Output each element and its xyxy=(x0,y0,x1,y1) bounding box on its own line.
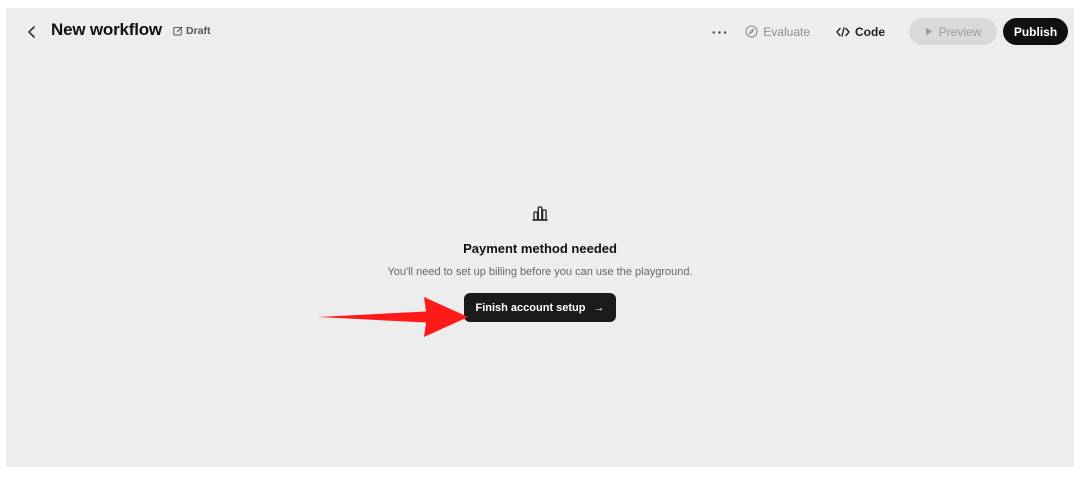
evaluate-button[interactable]: Evaluate xyxy=(745,25,810,39)
bar-chart-icon xyxy=(532,206,548,221)
code-icon xyxy=(836,26,850,37)
more-icon: ··· xyxy=(711,23,729,40)
annotation-arrow xyxy=(318,297,468,337)
workflow-canvas: New workflow Draft ··· Evaluate Code Pre… xyxy=(6,8,1074,467)
code-label: Code xyxy=(855,24,885,39)
empty-state: Payment method needed You'll need to set… xyxy=(6,204,1074,322)
top-bar: New workflow Draft ··· Evaluate Code Pre… xyxy=(6,8,1074,56)
code-button[interactable]: Code xyxy=(836,25,885,39)
empty-state-message: You'll need to set up billing before you… xyxy=(387,266,693,278)
draft-badge[interactable]: Draft xyxy=(173,25,211,37)
play-icon xyxy=(925,27,932,36)
edit-icon xyxy=(173,26,183,36)
back-button[interactable] xyxy=(22,22,42,42)
page-title: New workflow xyxy=(51,20,162,39)
header-actions: ··· Evaluate Code Preview Publish xyxy=(709,18,1068,45)
preview-label: Preview xyxy=(938,24,982,39)
arrow-right-icon: → xyxy=(593,301,605,314)
compass-icon xyxy=(745,25,758,38)
publish-label: Publish xyxy=(1013,24,1058,39)
finish-account-setup-button[interactable]: Finish account setup → xyxy=(464,293,616,322)
preview-button[interactable]: Preview xyxy=(909,18,997,45)
draft-label: Draft xyxy=(186,25,211,37)
evaluate-label: Evaluate xyxy=(763,24,810,39)
chevron-left-icon xyxy=(28,26,35,38)
finish-account-setup-label: Finish account setup xyxy=(475,301,586,314)
publish-button[interactable]: Publish xyxy=(1003,18,1068,45)
empty-state-heading: Payment method needed xyxy=(463,241,617,256)
more-options-button[interactable]: ··· xyxy=(709,21,731,43)
